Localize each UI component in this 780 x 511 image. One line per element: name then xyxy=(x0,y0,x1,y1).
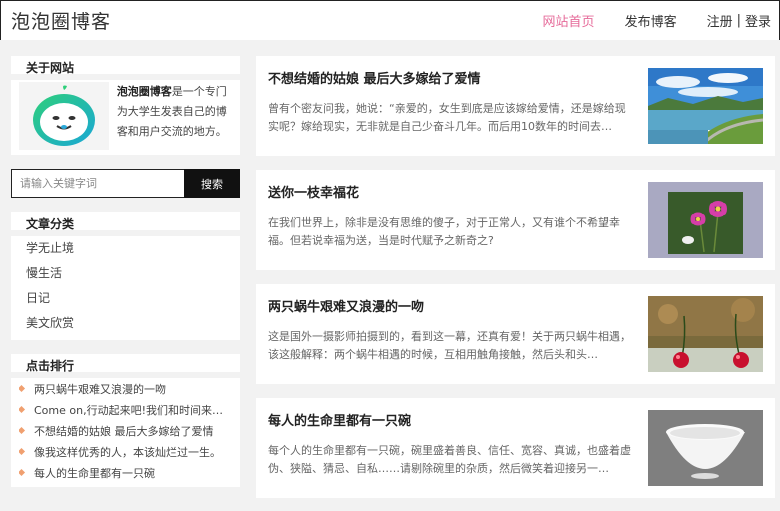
post-excerpt: 在我们世界上，除非是没有思维的傻子，对于正常人，又有谁个不希望幸福。但若说幸福为… xyxy=(268,216,620,247)
search-bar: 搜索 xyxy=(11,169,240,198)
nav-register-link[interactable]: 注册 xyxy=(707,11,733,30)
white-bowl-image[interactable] xyxy=(648,410,763,486)
site-logo xyxy=(19,82,109,150)
post-card: 送你一枝幸福花 在我们世界上，除非是没有思维的傻子，对于正常人，又有谁个不希望幸… xyxy=(256,170,775,270)
site-header: 泡泡圈博客 网站首页 发布博客 注册 | 登录 xyxy=(0,0,780,40)
ranking-item[interactable]: Come on,行动起来吧!我们和时间来… xyxy=(19,399,232,420)
about-content: 泡泡圈博客是一个专门为大学生发表自己的博客和用户交流的地方。 xyxy=(11,80,240,155)
pink-flower-image[interactable] xyxy=(648,182,763,258)
about-description: 泡泡圈博客是一个专门为大学生发表自己的博客和用户交流的地方。 xyxy=(117,82,232,147)
ranking-item[interactable]: 两只蜗牛艰难又浪漫的一吻 xyxy=(19,378,232,399)
landscape-lake-image[interactable] xyxy=(648,68,763,144)
ranking-item[interactable]: 不想结婚的姑娘 最后大多嫁给了爱情 xyxy=(19,420,232,441)
search-button[interactable]: 搜索 xyxy=(184,169,240,198)
bullet-icon xyxy=(19,426,26,435)
nav-home-link[interactable]: 网站首页 xyxy=(543,11,595,30)
post-card: 不想结婚的姑娘 最后大多嫁给了爱情 曾有个密友问我，她说：“亲爱的，女生到底是应… xyxy=(256,56,775,156)
about-site-name: 泡泡圈博客 xyxy=(116,85,172,98)
post-excerpt: 每个人的生命里都有一只碗，碗里盛着善良、信任、宽容、真诚，也盛着虚伪、狭隘、猜忌… xyxy=(268,444,631,475)
main-nav: 网站首页 发布博客 注册 | 登录 xyxy=(543,11,771,30)
post-card: 每人的生命里都有一只碗 每个人的生命里都有一只碗，碗里盛着善良、信任、宽容、真诚… xyxy=(256,398,775,498)
nav-publish-link[interactable]: 发布博客 xyxy=(625,11,677,30)
nav-separator: | xyxy=(736,13,741,28)
search-input[interactable] xyxy=(11,169,184,198)
category-list: 学无止境 慢生活 日记 美文欣赏 xyxy=(11,236,240,340)
about-panel: 关于网站 泡泡圈博客是一个专门为大学生发表自己的博客和用户交流的地方。 xyxy=(11,56,240,155)
bullet-icon xyxy=(19,447,26,456)
ranking-panel-title: 点击排行 xyxy=(11,354,240,378)
bullet-icon xyxy=(19,468,26,477)
categories-panel: 文章分类 学无止境 慢生活 日记 美文欣赏 xyxy=(11,212,240,340)
site-brand[interactable]: 泡泡圈博客 xyxy=(11,7,111,34)
bullet-icon xyxy=(19,384,26,393)
post-list: 不想结婚的姑娘 最后大多嫁给了爱情 曾有个密友问我，她说：“亲爱的，女生到底是应… xyxy=(256,56,775,511)
sidebar: 关于网站 泡泡圈博客是一个专门为大学生发表自己的博客和用户交流的地方。 请输入关… xyxy=(11,56,240,501)
about-panel-title: 关于网站 xyxy=(11,56,240,80)
ranking-item[interactable]: 像我这样优秀的人，本该灿烂过一生。 xyxy=(19,441,232,462)
cherries-image[interactable] xyxy=(648,296,763,372)
post-card: 两只蜗牛艰难又浪漫的一吻 这是国外一摄影师拍摄到的，看到这一幕，还真有爱！关于两… xyxy=(256,284,775,384)
category-item[interactable]: 美文欣赏 xyxy=(26,311,225,336)
category-item[interactable]: 学无止境 xyxy=(26,236,225,261)
ranking-list: 两只蜗牛艰难又浪漫的一吻 Come on,行动起来吧!我们和时间来… 不想结婚的… xyxy=(11,378,240,487)
bullet-icon xyxy=(19,405,26,414)
nav-login-link[interactable]: 登录 xyxy=(745,11,771,30)
ranking-item[interactable]: 每人的生命里都有一只碗 xyxy=(19,462,232,483)
categories-panel-title: 文章分类 xyxy=(11,212,240,236)
post-excerpt: 这是国外一摄影师拍摄到的，看到这一幕，还真有爱！关于两只蜗牛相遇，该这般解释：两… xyxy=(268,330,631,361)
bubble-mascot-icon xyxy=(32,85,95,146)
ranking-panel: 点击排行 两只蜗牛艰难又浪漫的一吻 Come on,行动起来吧!我们和时间来… … xyxy=(11,354,240,487)
category-item[interactable]: 日记 xyxy=(26,286,225,311)
category-item[interactable]: 慢生活 xyxy=(26,261,225,286)
post-excerpt: 曾有个密友问我，她说：“亲爱的，女生到底是应该嫁给爱情，还是嫁给现实呢？嫁给现实… xyxy=(268,102,626,133)
